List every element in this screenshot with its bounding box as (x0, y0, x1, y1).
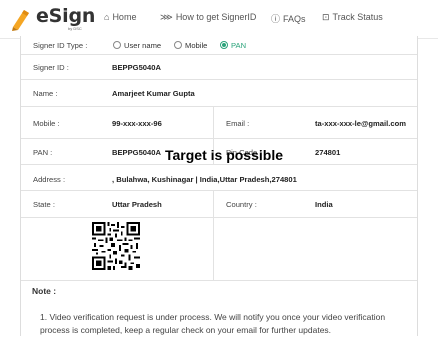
radio-user-name-label: User name (124, 41, 162, 50)
nav-track-label: Track Status (332, 12, 383, 22)
radio-mobile[interactable]: Mobile (174, 41, 207, 50)
nav-faqs[interactable]: ⓘ FAQs (271, 12, 306, 25)
nav-track-status[interactable]: ⊡ Track Status (322, 12, 383, 23)
country-label: Country : (226, 200, 257, 209)
column-divider (213, 107, 214, 138)
radio-circle-icon (113, 41, 121, 49)
row-qr-code (21, 218, 417, 281)
row-mobile-email: Mobile : 99-xxx-xxx-96 Email : ta-xxx-xx… (21, 107, 417, 139)
note-title: Note : (32, 286, 57, 296)
signer-id-type-label: Signer ID Type : (33, 41, 88, 50)
esign-logo[interactable]: eSign by DSC (10, 4, 95, 34)
country-value: India (315, 200, 333, 209)
mobile-value: 99-xxx-xxx-96 (112, 119, 162, 128)
steps-icon: ⋙ (160, 12, 173, 22)
radio-pan[interactable]: PAN (220, 41, 246, 50)
help-icon: ⓘ (271, 14, 281, 24)
signer-id-label: Signer ID : (33, 63, 69, 72)
nav-faq-label: FAQs (283, 14, 306, 24)
radio-pan-label: PAN (231, 41, 247, 50)
note-item: 1. Video verification request is under p… (40, 312, 386, 335)
email-label: Email : (226, 119, 250, 128)
address-value: , Bulahwa, Kushinagar | India,Uttar Prad… (112, 175, 297, 184)
nav-home[interactable]: ⌂ Home (104, 12, 136, 22)
signer-id-value: BEPPG5040A (112, 63, 161, 72)
home-icon: ⌂ (104, 12, 110, 22)
column-divider (213, 218, 214, 280)
name-label: Name : (33, 89, 58, 98)
row-state-country: State : Uttar Pradesh Country : India (21, 191, 417, 218)
row-name: Name : Amarjeet Kumar Gupta (21, 80, 417, 107)
track-icon: ⊡ (322, 12, 330, 22)
mobile-label: Mobile : (33, 119, 60, 128)
radio-user-name[interactable]: User name (113, 41, 161, 50)
state-value: Uttar Pradesh (112, 200, 162, 209)
radio-mobile-label: Mobile (185, 41, 208, 50)
pan-label: PAN : (33, 148, 53, 157)
esign-pen-icon (12, 10, 29, 31)
nav-how-label: How to get SignerID (175, 12, 257, 22)
signer-details-card: Signer ID Type : User name Mobile PAN Si… (20, 36, 418, 336)
overlay-caption: Target is possible (165, 147, 283, 163)
radio-circle-icon (174, 41, 182, 49)
nav-home-label: Home (112, 12, 137, 22)
row-address: Address : , Bulahwa, Kushinagar | India,… (21, 165, 417, 191)
radio-checked-icon (220, 41, 228, 49)
column-divider (213, 191, 214, 217)
logo-subtext: by DSC (68, 26, 82, 31)
name-value: Amarjeet Kumar Gupta (112, 89, 195, 98)
email-value: ta-xxx-xxx-le@gmail.com (315, 119, 406, 128)
row-signer-id: Signer ID : BEPPG5040A (21, 55, 417, 80)
nav-how-to-get-signerid[interactable]: ⋙ How to get SignerID (160, 12, 256, 23)
pin-code-value: 274801 (315, 148, 341, 157)
qr-code-image (92, 222, 140, 270)
logo-text: eSign (36, 5, 96, 27)
state-label: State : (33, 200, 55, 209)
row-signer-id-type: Signer ID Type : User name Mobile PAN (21, 36, 417, 55)
address-label: Address : (33, 175, 66, 184)
pan-value: BEPPG5040A (112, 148, 161, 157)
top-header: eSign by DSC ⌂ Home ⋙ How to get SignerID … (0, 0, 438, 39)
